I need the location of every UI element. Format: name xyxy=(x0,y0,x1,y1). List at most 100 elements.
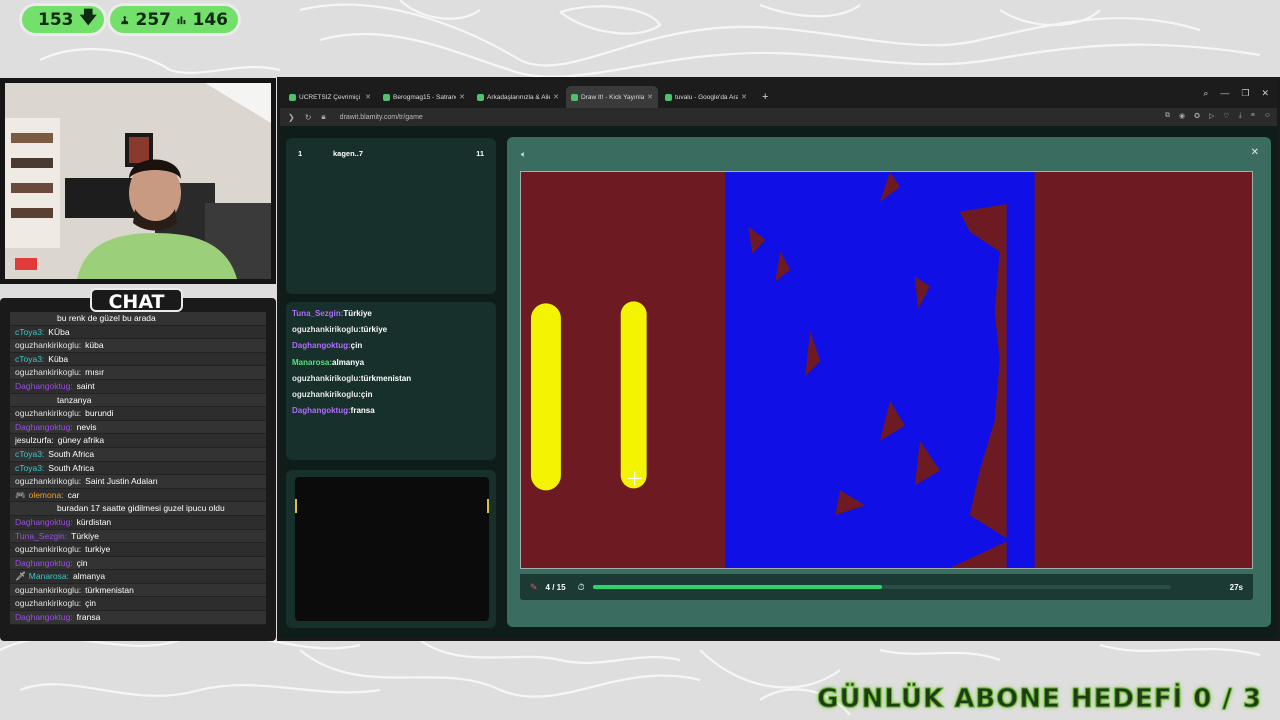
chat-username[interactable]: cToya3: xyxy=(15,354,44,364)
chat-message: buradan 17 saatte gidilmesi guzel ipucu … xyxy=(10,502,266,516)
streamer-image xyxy=(5,83,271,279)
guess-text: Türkiye xyxy=(343,309,372,318)
tab-close-icon[interactable]: ✕ xyxy=(459,93,465,101)
guess-item: Daghangoktug:fransa xyxy=(292,403,496,419)
chat-username[interactable]: oguzhankirikoglu: xyxy=(15,367,81,377)
guess-text: çin xyxy=(360,389,373,399)
chat-badge-icon: 🎮 xyxy=(15,489,26,500)
viewer-count: 257 xyxy=(135,9,172,30)
sound-icon[interactable]: 🔈︎ xyxy=(521,149,526,160)
browser-tab[interactable]: Arkadaşlarınızla & Ailenizle✕ xyxy=(472,86,564,108)
player-name: kagen..7 xyxy=(333,148,364,158)
play-icon[interactable]: ▷ xyxy=(1209,112,1214,120)
chat-text: nevis xyxy=(76,421,97,432)
chat-message: cToya3: Küba xyxy=(10,352,266,367)
tab-favicon-icon xyxy=(665,93,672,101)
extension-icon[interactable]: ✪ xyxy=(1194,112,1200,120)
tab-close-icon[interactable]: ✕ xyxy=(365,93,371,101)
reload-icon[interactable]: ↻ xyxy=(305,113,312,122)
chat-username[interactable]: oguzhankirikoglu: xyxy=(15,585,81,595)
chat-message: tanzanya xyxy=(10,393,266,408)
webcam-frame xyxy=(0,78,276,284)
chat-username[interactable]: Daghangoktug: xyxy=(15,381,73,391)
browser-tab[interactable]: tuvalu - Google'da Ara ✕ xyxy=(660,86,752,108)
chat-username[interactable]: olemona: xyxy=(29,490,64,500)
game-panel: 🔈︎ ✕ ✎ 4 / 15 ⏱︎ 27s xyxy=(507,137,1271,627)
chat-message: 🎮 olemona: car xyxy=(10,488,266,503)
input-edge xyxy=(487,499,489,513)
close-icon[interactable]: ✕ xyxy=(1251,147,1259,158)
browser-tab[interactable]: Draw It! - Kick Yayınları ✕ xyxy=(566,86,658,108)
chat-message: oguzhankirikoglu: mısır xyxy=(10,366,266,380)
chat-username[interactable]: jesulzurfa: xyxy=(15,435,54,445)
chat-username[interactable]: Daghangoktug: xyxy=(15,517,73,527)
browser-tab[interactable]: Berogmag15 - Satranç Profili✕ xyxy=(378,86,470,108)
chat-username[interactable]: oguzhankirikoglu: xyxy=(15,340,81,350)
profile-icon[interactable]: ☺ xyxy=(1264,112,1271,120)
search-icon[interactable]: ⌕ xyxy=(1203,88,1208,99)
chat-message: oguzhankirikoglu: burundi xyxy=(10,407,266,421)
timer-icon: ⏱︎ xyxy=(577,581,585,592)
chat-username[interactable]: cToya3: xyxy=(15,327,44,337)
chat-username[interactable]: Daghangoktug: xyxy=(15,558,73,568)
chat-message: Tuna_Sezgin: Türkiye xyxy=(10,529,266,544)
new-tab-button[interactable]: + xyxy=(762,91,768,103)
chat-message: oguzhankirikoglu: çin xyxy=(10,597,266,612)
guess-username: Daghangoktug: xyxy=(292,341,351,351)
guess-item: oguzhankirikoglu:türkmenistan xyxy=(292,371,496,387)
chat-username[interactable]: oguzhankirikoglu: xyxy=(15,408,81,418)
url-field[interactable]: drawit.blamity.com/tr/game xyxy=(340,114,423,121)
chat-username[interactable]: oguzhankirikoglu: xyxy=(15,598,81,608)
tab-close-icon[interactable]: ✕ xyxy=(553,93,559,101)
minimize-icon[interactable]: — xyxy=(1220,88,1229,99)
guess-item: Tuna_Sezgin:Türkiye xyxy=(292,306,496,322)
chat-text: mısır xyxy=(85,367,105,378)
restore-icon[interactable]: ❐ xyxy=(1241,88,1249,99)
chat-username[interactable]: Manarosa: xyxy=(29,571,69,581)
chat-message: cToya3: KÜba xyxy=(10,325,266,340)
guess-username: Daghangoktug: xyxy=(292,406,351,416)
tab-title: Berogmag15 - Satranç Profili xyxy=(393,93,456,101)
chat-text: Küba xyxy=(48,353,69,364)
chat-message: cToya3: South Africa xyxy=(10,447,266,462)
address-bar: ❯ ↻ 🔒︎ drawit.blamity.com/tr/game ⧉ ◉ ✪ … xyxy=(280,108,1277,126)
close-window-icon[interactable]: ✕ xyxy=(1261,88,1269,99)
chat-username[interactable]: cToya3: xyxy=(15,449,44,459)
back-icon[interactable]: ❯ xyxy=(288,113,295,122)
chat-text: burundi xyxy=(85,408,114,419)
download-icon[interactable]: ⤓ xyxy=(1239,112,1242,120)
chat-text: kürdistan xyxy=(76,516,112,527)
chat-message: 🗡 Manarosa: almanya xyxy=(10,570,266,584)
chat-message: Daghangoktug: fransa xyxy=(10,611,266,625)
chat-username[interactable]: oguzhankirikoglu: xyxy=(15,544,81,554)
chat-text: tanzanya xyxy=(57,394,92,405)
drawing-canvas[interactable] xyxy=(520,171,1253,569)
chat-username[interactable]: cToya3: xyxy=(15,463,44,473)
chat-username[interactable]: oguzhankirikoglu: xyxy=(15,476,81,486)
tab-title: Arkadaşlarınızla & Ailenizle xyxy=(487,93,550,101)
chat-username[interactable]: Daghangoktug: xyxy=(15,612,73,622)
tab-favicon-icon xyxy=(477,93,484,101)
player-rank: 1 xyxy=(298,148,303,158)
camera-icon[interactable]: ◉ xyxy=(1179,112,1185,120)
chat-text: car xyxy=(67,489,80,500)
chat-username[interactable]: Daghangoktug: xyxy=(15,422,73,432)
tab-title: tuvalu - Google'da Ara xyxy=(675,93,739,101)
guess-username: oguzhankirikoglu: xyxy=(292,389,361,399)
game-page: 1 kagen..7 11 Tuna_Sezgin:Türkiye oguzhan… xyxy=(280,126,1277,638)
tab-close-icon[interactable]: ✕ xyxy=(647,93,653,101)
chat-title: CHAT xyxy=(90,288,183,313)
browser-tab[interactable]: ÜCRETSİZ Çevrimiçi Satranç✕ xyxy=(284,86,376,108)
share-icon[interactable]: ⧉ xyxy=(1165,112,1170,120)
tab-title: ÜCRETSİZ Çevrimiçi Satranç xyxy=(299,93,362,101)
tab-close-icon[interactable]: ✕ xyxy=(741,93,747,101)
subscriber-goal-banner: GÜNLÜK ABONE HEDEFİ 0 / 3 xyxy=(817,684,1262,715)
chat-username[interactable]: Tuna_Sezgin: xyxy=(15,531,67,541)
guess-input[interactable] xyxy=(295,477,489,621)
chat-badge-icon: 🗡 xyxy=(15,571,26,582)
heart-icon[interactable]: ♡ xyxy=(1223,112,1229,120)
chat-text: Türkiye xyxy=(71,530,100,541)
menu-icon[interactable]: ≡ xyxy=(1251,112,1255,120)
guess-item: Daghangoktug:çin xyxy=(292,338,496,354)
window-controls: ⌕ — ❐ ✕ xyxy=(1203,88,1269,99)
